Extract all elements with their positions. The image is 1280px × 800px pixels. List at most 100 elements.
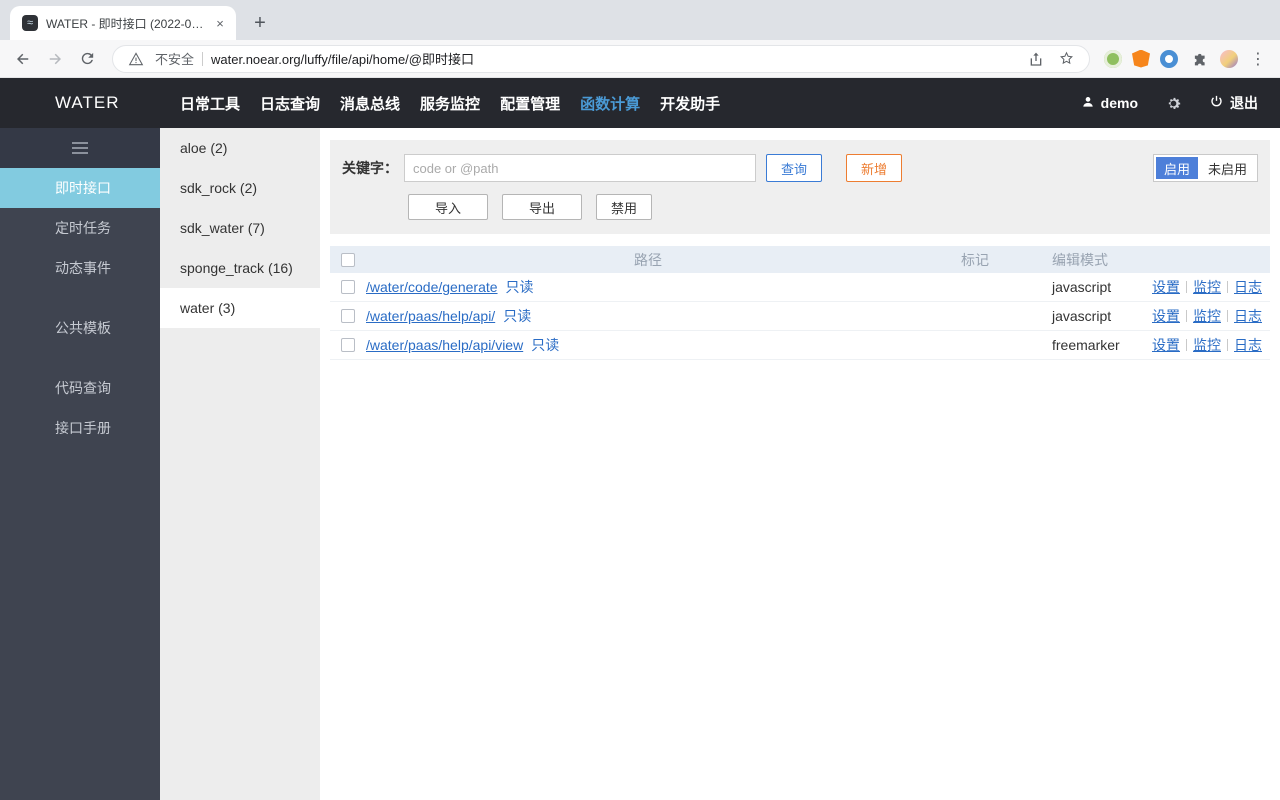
brand-logo[interactable]: WATER [0,93,160,113]
nav-config-manage[interactable]: 配置管理 [500,93,560,114]
settings-gear-icon[interactable] [1164,95,1183,112]
sidebar-item-instant-api[interactable]: 即时接口 [0,168,160,208]
table-row: /water/code/generate 只读 javascript 设置 监控… [330,273,1270,302]
action-separator [1227,310,1228,322]
extension-icon-green[interactable] [1104,49,1122,68]
settings-link[interactable]: 设置 [1152,277,1180,297]
nav-daily-tools[interactable]: 日常工具 [180,93,240,114]
disable-button[interactable]: 禁用 [596,194,653,220]
path-cell: /water/code/generate 只读 [366,277,930,297]
monitor-link[interactable]: 监控 [1193,277,1221,297]
mode-cell: javascript [1052,308,1112,324]
logout-label: 退出 [1230,95,1258,111]
import-button[interactable]: 导入 [408,194,488,220]
not-secure-warning-icon [125,48,147,70]
power-icon [1209,94,1224,112]
share-icon[interactable] [1025,48,1047,70]
header-right: demo 退出 [1081,93,1280,113]
browser-tab[interactable]: ≈ WATER - 即时接口 (2022-03-1 × [10,6,236,40]
readonly-badge: 只读 [505,279,534,295]
filter-panel: 关键字： 查询 新增 启用 未启用 导入 导出 禁用 [330,140,1270,234]
filter-row-1: 关键字： 查询 新增 启用 未启用 [342,154,1258,182]
log-link[interactable]: 日志 [1234,277,1262,297]
main-nav: 日常工具 日志查询 消息总线 服务监控 配置管理 函数计算 开发助手 [180,93,720,114]
nav-service-monitor[interactable]: 服务监控 [420,93,480,114]
search-button[interactable]: 查询 [766,154,823,182]
not-enabled-button[interactable]: 未启用 [1199,157,1255,179]
browser-tab-strip: ≈ WATER - 即时接口 (2022-03-1 × + [0,0,1280,40]
row-check-cell [330,309,366,323]
nav-function-compute[interactable]: 函数计算 [580,93,640,114]
user-name: demo [1100,95,1138,111]
settings-link[interactable]: 设置 [1152,306,1180,326]
action-separator [1186,281,1187,293]
enabled-filter-group: 启用 未启用 [1152,154,1258,182]
nav-log-query[interactable]: 日志查询 [260,93,320,114]
monitor-link[interactable]: 监控 [1193,335,1221,355]
api-path-link[interactable]: /water/paas/help/api/ [366,308,495,324]
sidebar-item-timed-task[interactable]: 定时任务 [0,208,160,248]
log-link[interactable]: 日志 [1234,306,1262,326]
sidebar-collapse-button[interactable] [0,128,160,168]
bookmark-star-icon[interactable] [1055,48,1077,70]
url-text: water.noear.org/luffy/file/api/home/@即时接… [211,52,474,67]
forward-icon[interactable] [44,48,66,70]
api-path-link[interactable]: /water/paas/help/api/view [366,337,523,353]
group-list: aloe (2) sdk_rock (2) sdk_water (7) spon… [160,128,320,800]
actions-cell: 设置 监控 日志 [1150,306,1270,326]
sidebar-item-api-manual[interactable]: 接口手册 [0,408,160,448]
filter-row-2: 导入 导出 禁用 [342,194,1258,220]
api-table: 路径 标记 编辑模式 /water/code/generate 只读 javas… [330,246,1270,360]
user-icon [1081,95,1095,112]
export-button[interactable]: 导出 [502,194,582,220]
add-button[interactable]: 新增 [846,154,903,182]
group-item-water[interactable]: water (3) [160,288,320,328]
nav-message-bus[interactable]: 消息总线 [340,93,400,114]
table-row: /water/paas/help/api/view 只读 freemarker … [330,331,1270,360]
row-checkbox[interactable] [341,309,355,323]
security-label: 不安全 [155,52,195,67]
readonly-badge: 只读 [503,308,532,324]
col-header-path: 路径 [634,251,662,268]
sidebar-item-dynamic-event[interactable]: 动态事件 [0,248,160,288]
group-item-sdk-rock[interactable]: sdk_rock (2) [160,168,320,208]
sidebar-item-public-template[interactable]: 公共模板 [0,308,160,348]
api-path-link[interactable]: /water/code/generate [366,279,498,295]
extension-icon-blue[interactable] [1160,49,1178,68]
sidebar-item-code-query[interactable]: 代码查询 [0,368,160,408]
actions-cell: 设置 监控 日志 [1150,335,1270,355]
table-header-row: 路径 标记 编辑模式 [330,246,1270,273]
path-cell: /water/paas/help/api/view 只读 [366,335,930,355]
nav-dev-helper[interactable]: 开发助手 [660,93,720,114]
row-checkbox[interactable] [341,280,355,294]
row-checkbox[interactable] [341,338,355,352]
keyword-input[interactable] [404,154,756,182]
enabled-button[interactable]: 启用 [1155,157,1198,179]
col-header-tag: 标记 [961,251,989,268]
reload-icon[interactable] [76,48,98,70]
path-cell: /water/paas/help/api/ 只读 [366,306,930,326]
browser-menu-icon[interactable]: ⋮ [1248,49,1268,69]
address-bar[interactable]: 不安全 water.noear.org/luffy/file/api/home/… [112,44,1090,73]
extensions-puzzle-icon[interactable] [1188,48,1210,70]
header-check-cell [330,252,366,267]
metamask-fox-icon[interactable] [1132,49,1150,68]
keyword-label: 关键字： [342,160,398,176]
monitor-link[interactable]: 监控 [1193,306,1221,326]
new-tab-button[interactable]: + [246,9,274,37]
select-all-checkbox[interactable] [341,252,355,267]
group-item-sponge-track[interactable]: sponge_track (16) [160,248,320,288]
mode-cell: javascript [1052,279,1112,295]
settings-link[interactable]: 设置 [1152,335,1180,355]
table-row: /water/paas/help/api/ 只读 javascript 设置 监… [330,302,1270,331]
log-link[interactable]: 日志 [1234,335,1262,355]
user-menu[interactable]: demo [1081,95,1138,112]
action-separator [1227,339,1228,351]
row-check-cell [330,280,366,294]
tab-close-icon[interactable]: × [212,15,228,31]
group-item-sdk-water[interactable]: sdk_water (7) [160,208,320,248]
profile-avatar[interactable] [1220,49,1238,68]
group-item-aloe[interactable]: aloe (2) [160,128,320,168]
logout-button[interactable]: 退出 [1209,93,1258,113]
back-icon[interactable] [12,48,34,70]
